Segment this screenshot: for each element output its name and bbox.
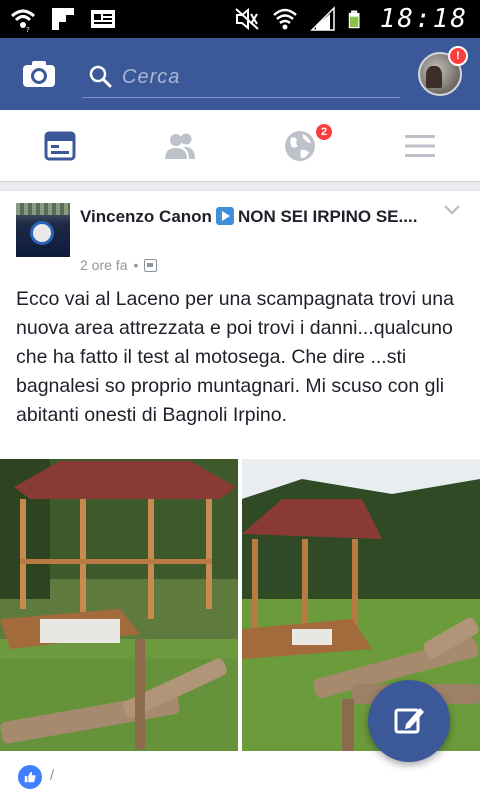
wifi-signal-icon xyxy=(272,8,297,30)
search-icon xyxy=(89,65,112,88)
post-text: Ecco vai al Laceno per una scampagnata t… xyxy=(16,288,454,426)
profile-badge: ! xyxy=(448,46,468,66)
svg-text:?: ? xyxy=(26,26,30,32)
post-meta: 2 ore fa • xyxy=(80,257,158,273)
shared-to-arrow-icon xyxy=(215,207,234,225)
tab-more[interactable] xyxy=(360,110,480,182)
author-name[interactable]: Vincenzo Canon xyxy=(80,207,212,226)
chevron-down-icon[interactable] xyxy=(442,203,462,217)
tab-friends[interactable] xyxy=(120,110,240,182)
cell-signal-icon xyxy=(309,6,335,31)
privacy-group-icon xyxy=(144,258,158,272)
meta-separator: • xyxy=(133,257,139,273)
news-icon xyxy=(91,10,115,28)
edit-icon xyxy=(394,708,424,734)
wifi-icon: ? xyxy=(10,9,36,32)
status-bar: ? 18:18 xyxy=(0,0,480,38)
battery-icon xyxy=(348,10,360,29)
mute-icon xyxy=(235,7,259,31)
compose-button[interactable] xyxy=(368,680,450,762)
search-box[interactable] xyxy=(82,56,400,98)
post-header: Vincenzo Canon NON SEI IRPINO SE.... xyxy=(80,205,430,229)
photo-1[interactable] xyxy=(0,459,238,751)
post-time[interactable]: 2 ore fa xyxy=(80,257,127,273)
tab-bar: 2 xyxy=(0,110,480,182)
friends-icon xyxy=(165,133,195,159)
tab-notifications[interactable]: 2 xyxy=(240,110,360,182)
profile-button[interactable]: ! xyxy=(418,46,468,96)
notifications-badge: 2 xyxy=(314,122,334,142)
reactions-count[interactable]: / xyxy=(50,767,54,784)
group-name[interactable]: NON SEI IRPINO SE.... xyxy=(238,207,417,226)
globe-icon xyxy=(285,131,315,161)
search-input[interactable] xyxy=(122,62,392,92)
clock: 18:18 xyxy=(379,4,468,34)
gazebo-photo-1 xyxy=(0,459,238,751)
menu-icon xyxy=(405,135,435,157)
flipboard-icon xyxy=(52,8,74,30)
author-avatar[interactable] xyxy=(16,203,70,257)
like-reaction-icon[interactable] xyxy=(18,765,42,789)
camera-icon[interactable] xyxy=(22,58,56,90)
tab-news-feed[interactable] xyxy=(0,110,120,182)
news-feed-icon xyxy=(44,131,76,161)
app-header: ! xyxy=(0,38,480,110)
